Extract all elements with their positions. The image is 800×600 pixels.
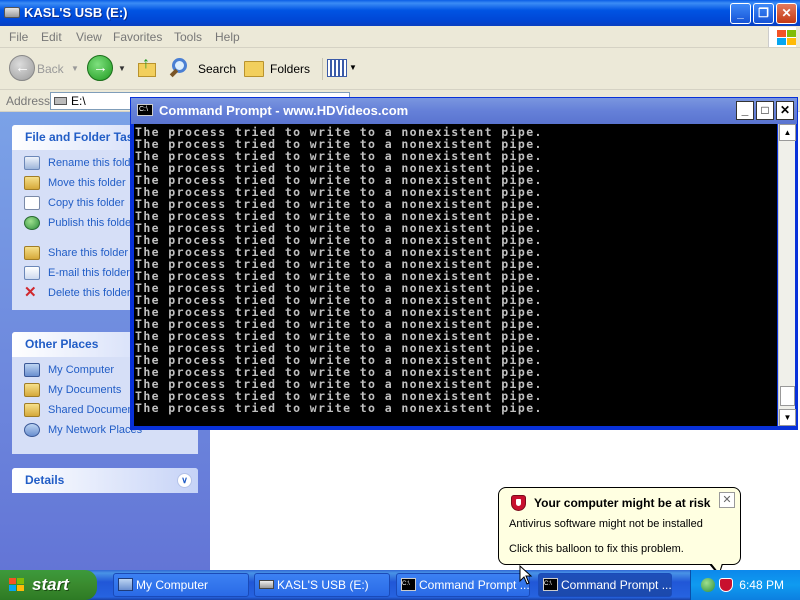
details-panel: Details ∨ bbox=[12, 468, 198, 493]
chevron-down-icon[interactable]: ∨ bbox=[177, 473, 192, 488]
back-button[interactable]: ← bbox=[9, 55, 35, 81]
forward-dropdown-icon[interactable]: ▼ bbox=[118, 64, 126, 73]
address-label: Address bbox=[6, 94, 51, 108]
drive-icon bbox=[4, 7, 20, 18]
move-icon bbox=[24, 176, 40, 190]
scroll-down-icon[interactable]: ▼ bbox=[779, 409, 796, 426]
folders-button[interactable]: Folders bbox=[242, 56, 312, 82]
balloon-close-button[interactable]: ✕ bbox=[719, 492, 735, 508]
rename-icon bbox=[24, 156, 40, 170]
start-button[interactable]: start bbox=[0, 570, 97, 600]
menu-bar: File Edit View Favorites Tools Help bbox=[0, 26, 800, 48]
computer-icon bbox=[118, 578, 133, 591]
scroll-thumb[interactable] bbox=[780, 386, 795, 406]
windows-logo-icon bbox=[768, 27, 796, 47]
search-button[interactable]: Search bbox=[169, 56, 237, 82]
console-output[interactable]: The process tried to write to a nonexist… bbox=[134, 124, 777, 426]
search-label: Search bbox=[198, 62, 237, 76]
balloon-title: Your computer might be at risk bbox=[534, 496, 711, 510]
balloon-message: Antivirus software might not be installe… bbox=[509, 518, 703, 530]
back-arrow-icon: ← bbox=[15, 59, 30, 76]
console-line: The process tried to write to a nonexist… bbox=[135, 401, 543, 415]
taskbar-usb-drive[interactable]: KASL'S USB (E:) bbox=[254, 573, 390, 597]
cmd-minimize-button[interactable]: _ bbox=[736, 101, 754, 120]
folders-label: Folders bbox=[270, 62, 311, 76]
cmd-maximize-button[interactable]: □ bbox=[756, 101, 774, 120]
views-button[interactable]: ▼ bbox=[322, 58, 358, 80]
mouse-pointer-icon bbox=[519, 565, 533, 585]
menu-help[interactable]: Help bbox=[215, 30, 240, 44]
window-title: KASL'S USB (E:) bbox=[24, 5, 128, 20]
maximize-button[interactable]: ❐ bbox=[753, 3, 774, 24]
details-header[interactable]: Details ∨ bbox=[12, 468, 198, 493]
cmd-icon: C:\ bbox=[543, 578, 558, 591]
cmd-window-title: Command Prompt - www.HDVideos.com bbox=[159, 103, 409, 118]
security-shield-icon bbox=[511, 495, 526, 511]
balloon-instruction: Click this balloon to fix this problem. bbox=[509, 543, 684, 555]
menu-favorites[interactable]: Favorites bbox=[113, 30, 162, 44]
security-alert-balloon[interactable]: Your computer might be at risk Antivirus… bbox=[498, 487, 741, 565]
views-dropdown-icon: ▼ bbox=[349, 63, 357, 72]
up-folder-button[interactable]: ↑ bbox=[136, 55, 158, 79]
views-icon bbox=[327, 59, 347, 77]
drive-icon bbox=[54, 97, 67, 105]
taskbar-my-computer[interactable]: My Computer bbox=[113, 573, 249, 597]
computer-icon bbox=[24, 363, 40, 377]
drive-icon bbox=[259, 580, 274, 589]
back-label: Back bbox=[37, 62, 64, 76]
web-publish-icon bbox=[24, 216, 40, 230]
menu-tools[interactable]: Tools bbox=[174, 30, 202, 44]
cmd-icon: C:\ bbox=[401, 578, 416, 591]
menu-file[interactable]: File bbox=[9, 30, 28, 44]
console-scrollbar[interactable]: ▲ ▼ bbox=[778, 124, 796, 426]
network-tray-icon[interactable] bbox=[701, 578, 715, 592]
email-icon bbox=[24, 266, 40, 280]
start-label: start bbox=[32, 575, 69, 594]
taskbar-command-prompt-1[interactable]: C:\ Command Prompt ... bbox=[396, 573, 530, 597]
minimize-button[interactable]: _ bbox=[730, 3, 751, 24]
toolbar: ← Back ▼ → ▼ ↑ Search Folders ▼ bbox=[0, 48, 800, 90]
cmd-title-bar[interactable]: C:\ Command Prompt - www.HDVideos.com _ … bbox=[131, 98, 797, 124]
command-prompt-window: C:\ Command Prompt - www.HDVideos.com _ … bbox=[130, 97, 798, 430]
close-button[interactable]: ✕ bbox=[776, 3, 797, 24]
delete-icon: ✕ bbox=[24, 286, 37, 301]
security-center-icon[interactable] bbox=[719, 578, 733, 592]
folders-icon bbox=[244, 61, 264, 77]
back-dropdown-icon[interactable]: ▼ bbox=[71, 64, 79, 73]
explorer-title-bar[interactable]: KASL'S USB (E:) _ ❐ ✕ bbox=[0, 0, 800, 26]
forward-arrow-icon: → bbox=[93, 59, 108, 76]
cmd-close-button[interactable]: ✕ bbox=[776, 101, 794, 120]
address-value: E:\ bbox=[71, 94, 86, 108]
share-icon bbox=[24, 246, 40, 260]
copy-icon bbox=[24, 196, 40, 210]
cmd-icon: C:\ bbox=[137, 104, 153, 116]
network-icon bbox=[24, 423, 40, 437]
forward-button[interactable]: → bbox=[87, 55, 113, 81]
shared-folder-icon bbox=[24, 403, 40, 417]
clock[interactable]: 6:48 PM bbox=[739, 578, 784, 592]
menu-view[interactable]: View bbox=[76, 30, 102, 44]
windows-logo-icon bbox=[9, 578, 26, 593]
taskbar-command-prompt-2[interactable]: C:\ Command Prompt ... bbox=[538, 573, 672, 597]
system-tray: 6:48 PM bbox=[690, 570, 800, 600]
scroll-up-icon[interactable]: ▲ bbox=[779, 124, 796, 141]
menu-edit[interactable]: Edit bbox=[41, 30, 62, 44]
documents-folder-icon bbox=[24, 383, 40, 397]
taskbar: start My Computer KASL'S USB (E:) C:\ Co… bbox=[0, 570, 800, 600]
